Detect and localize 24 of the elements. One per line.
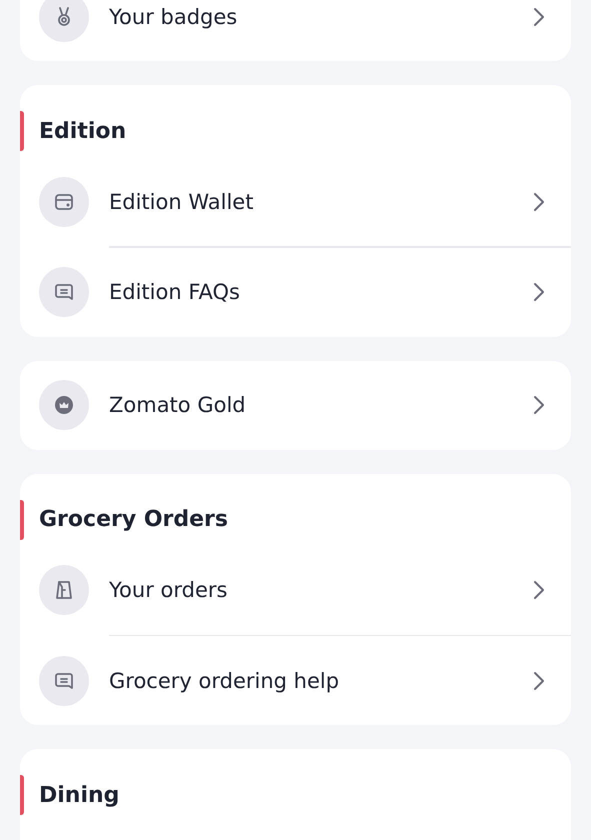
chevron-icon <box>533 192 545 212</box>
chevron-icon <box>533 670 545 690</box>
menu-item[interactable]: Your orders <box>20 546 571 634</box>
wallet-icon <box>39 176 89 226</box>
chat-icon <box>39 656 89 706</box>
section-title: Dining <box>39 782 120 808</box>
menu-item[interactable]: Your badges <box>20 0 571 61</box>
bag-icon <box>39 565 89 615</box>
accent-bar <box>20 111 24 151</box>
crown-icon <box>39 380 89 430</box>
chat-icon <box>39 267 89 317</box>
chevron-icon <box>533 6 545 26</box>
medal-icon <box>39 0 89 42</box>
menu-item[interactable]: Grocery ordering help <box>20 636 571 725</box>
section-title: Grocery Orders <box>39 507 228 532</box>
menu-item[interactable]: Zomato Gold <box>20 360 571 450</box>
section-title: Edition <box>39 118 126 144</box>
accent-bar <box>20 500 24 540</box>
chevron-icon <box>533 282 545 302</box>
menu-item[interactable]: Edition FAQs <box>20 248 571 336</box>
menu-item[interactable]: Edition Wallet <box>20 157 571 246</box>
chevron-icon <box>533 580 545 600</box>
chevron-icon <box>533 395 545 415</box>
accent-bar <box>20 775 24 815</box>
